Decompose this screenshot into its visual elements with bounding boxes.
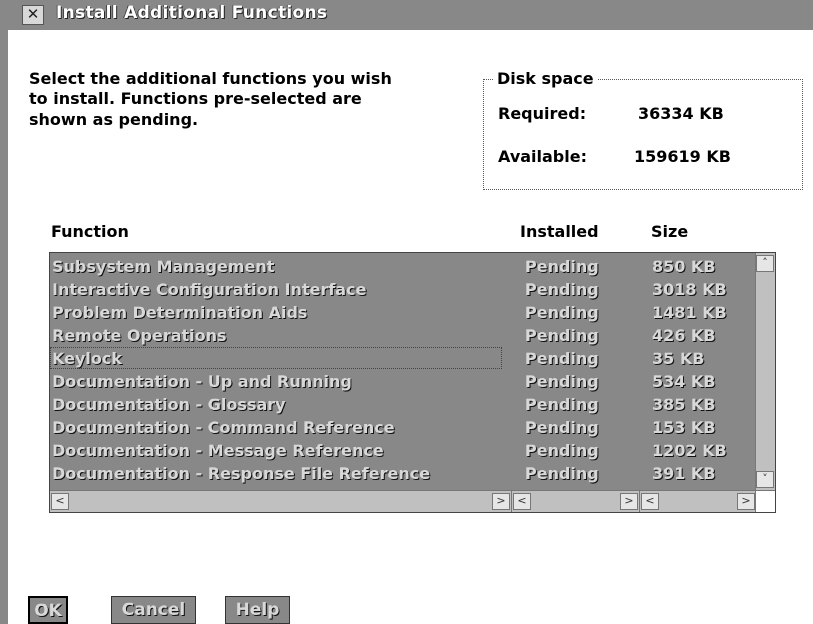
instructions-text: Select the additional functions you wish… xyxy=(29,69,392,129)
size-cell: 3018 KB xyxy=(652,280,727,299)
function-name-cell: Subsystem Management xyxy=(52,257,275,276)
disk-space-legend: Disk space xyxy=(494,69,597,88)
installed-cell: Pending xyxy=(525,441,599,460)
column-header-installed[interactable]: Installed xyxy=(520,222,599,241)
function-horizontal-scrollbar[interactable]: < > xyxy=(50,490,511,512)
disk-space-group: Disk space Required: 36334 KB Available:… xyxy=(483,69,803,190)
size-cell: 35 KB xyxy=(652,349,705,368)
size-cell: 391 KB xyxy=(652,464,716,483)
size-scroll-left-icon[interactable]: < xyxy=(641,493,659,510)
table-row[interactable]: Remote Operations Pending 426 KB xyxy=(50,324,755,347)
table-row[interactable]: Documentation - Message Reference Pending… xyxy=(50,439,755,462)
installed-cell: Pending xyxy=(525,326,599,345)
function-name-cell: Documentation - Up and Running xyxy=(52,372,352,391)
installed-cell: Pending xyxy=(525,418,599,437)
size-cell: 534 KB xyxy=(652,372,716,391)
help-button[interactable]: Help xyxy=(225,596,290,624)
available-value: 159619 KB xyxy=(634,147,731,166)
table-row[interactable]: Keylock Pending 35 KB xyxy=(50,347,755,370)
table-row[interactable]: Documentation - Command Reference Pending… xyxy=(50,416,755,439)
scroll-up-icon[interactable]: ˄ xyxy=(756,255,774,272)
installed-cell: Pending xyxy=(525,464,599,483)
function-name-cell: Interactive Configuration Interface xyxy=(52,280,367,299)
ok-button[interactable]: OK xyxy=(28,596,68,624)
table-row[interactable]: Documentation - Glossary Pending 385 KB xyxy=(50,393,755,416)
function-name-cell: Remote Operations xyxy=(52,326,227,345)
scroll-right-icon[interactable]: > xyxy=(492,493,510,510)
table-row[interactable]: Documentation - Response File Reference P… xyxy=(50,462,755,485)
size-cell: 850 KB xyxy=(652,257,716,276)
size-cell: 426 KB xyxy=(652,326,716,345)
function-name-cell: Problem Determination Aids xyxy=(52,303,308,322)
installed-cell: Pending xyxy=(525,349,599,368)
functions-listbox[interactable]: Subsystem Management Pending 850 KB Interac… xyxy=(49,252,776,513)
size-scroll-right-icon[interactable]: > xyxy=(737,493,755,510)
size-horizontal-scrollbar[interactable]: < > xyxy=(639,490,756,512)
table-row[interactable]: Subsystem Management Pending 850 KB xyxy=(50,255,755,278)
scroll-left-icon[interactable]: < xyxy=(51,493,69,510)
system-menu-icon[interactable]: ✕ xyxy=(22,5,44,25)
function-rows[interactable]: Subsystem Management Pending 850 KB Interac… xyxy=(50,253,755,490)
installed-cell: Pending xyxy=(525,257,599,276)
installed-cell: Pending xyxy=(525,280,599,299)
available-label: Available: xyxy=(498,147,587,166)
required-value: 36334 KB xyxy=(638,104,724,123)
column-header-function[interactable]: Function xyxy=(51,222,129,241)
size-cell: 1202 KB xyxy=(652,441,727,460)
window-border xyxy=(0,0,8,624)
table-row[interactable]: Problem Determination Aids Pending 1481 KB xyxy=(50,301,755,324)
size-cell: 385 KB xyxy=(652,395,716,414)
cancel-button[interactable]: Cancel xyxy=(111,596,196,624)
function-name-cell: Documentation - Message Reference xyxy=(52,441,384,460)
column-header-size[interactable]: Size xyxy=(651,222,688,241)
title-bar[interactable]: ✕ Install Additional Functions xyxy=(8,0,813,30)
window-title: Install Additional Functions xyxy=(56,3,328,23)
vertical-scrollbar[interactable]: ˄ ˅ xyxy=(755,253,775,490)
size-cell: 1481 KB xyxy=(652,303,727,322)
required-label: Required: xyxy=(498,104,587,123)
installed-horizontal-scrollbar[interactable]: < > xyxy=(511,490,639,512)
table-row[interactable]: Interactive Configuration Interface Pendi… xyxy=(50,278,755,301)
installed-cell: Pending xyxy=(525,303,599,322)
scrollbar-corner xyxy=(755,490,775,512)
function-name-cell: Documentation - Command Reference xyxy=(52,418,395,437)
function-name-cell: Documentation - Response File Reference xyxy=(52,464,431,483)
scroll-down-icon[interactable]: ˅ xyxy=(756,471,774,488)
installed-scroll-right-icon[interactable]: > xyxy=(620,493,638,510)
function-name-cell: Keylock xyxy=(52,349,122,368)
installed-cell: Pending xyxy=(525,395,599,414)
installed-cell: Pending xyxy=(525,372,599,391)
installed-scroll-left-icon[interactable]: < xyxy=(513,493,531,510)
table-row[interactable]: Documentation - Up and Running Pending 534… xyxy=(50,370,755,393)
function-name-cell: Documentation - Glossary xyxy=(52,395,286,414)
size-cell: 153 KB xyxy=(652,418,716,437)
